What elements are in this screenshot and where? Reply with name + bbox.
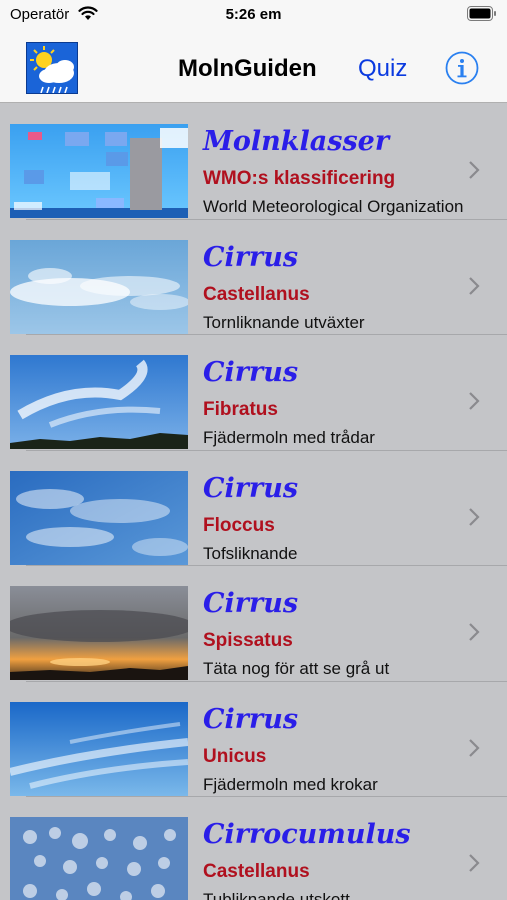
row-description: Fjädermoln med krokar [203,774,378,794]
cirrocumulus-castellanus-photo [10,817,188,900]
row-title: Cirrocumulus [203,819,411,850]
row-title: Cirrus [203,588,299,619]
row-subtitle: Castellanus [203,283,310,305]
row-title: Cirrus [203,357,299,388]
row-subtitle: WMO:s klassificering [203,168,396,189]
row-description: Tornliknande utväxter [203,312,365,332]
row-subtitle: Floccus [203,514,275,536]
cloud-list: Molnklasser WMO:s klassificering World M… [0,104,507,900]
battery-icon [467,6,496,21]
quiz-button[interactable]: Quiz [358,55,407,83]
chevron-right-icon [469,392,480,410]
chevron-right-icon [469,854,480,872]
cirrus-fibratus-photo [10,355,188,449]
info-icon[interactable] [445,51,479,85]
list-item[interactable]: Cirrus Floccus Tofsliknande [0,451,507,566]
chevron-right-icon [469,507,480,526]
sun-cloud-rain-logo [26,42,78,94]
list-item[interactable]: Cirrus Spissatus Täta nog för att se grå… [0,566,507,682]
list-item[interactable]: Cirrocumulus Castellanus Tubliknande uts… [0,797,507,900]
cirrus-unicus-photo [10,701,188,796]
row-description: Tofsliknande [203,543,298,563]
row-subtitle: Unicus [203,745,267,767]
row-description: Täta nog för att se grå ut [203,659,390,678]
list-item[interactable]: Cirrus Castellanus Tornliknande utväxter [0,220,507,335]
list-item[interactable]: Molnklasser WMO:s klassificering World M… [0,104,507,220]
chevron-right-icon [469,738,480,757]
page-title: MolnGuiden [178,55,317,82]
cirrus-spissatus-photo [10,586,188,680]
row-title: Cirrus [203,703,299,735]
navigation-bar: MolnGuiden Quiz [0,30,507,103]
row-subtitle: Fibratus [203,399,278,420]
row-description: Fjädermoln med trådar [203,428,375,447]
row-subtitle: Spissatus [203,630,293,651]
chevron-right-icon [469,161,480,179]
chevron-right-icon [469,276,480,295]
row-title: Molnklasser [203,126,390,157]
row-subtitle: Castellanus [203,861,310,882]
chevron-right-icon [469,623,480,641]
cirrus-floccus-photo [10,470,188,565]
clock: 5:26 em [225,6,282,23]
cloud-classification-chart [10,124,188,218]
list-item[interactable]: Cirrus Fibratus Fjädermoln med trådar [0,335,507,451]
row-title: Cirrus [203,472,299,504]
row-title: Cirrus [203,241,299,273]
list-item[interactable]: Cirrus Unicus Fjädermoln med krokar [0,682,507,797]
cirrus-castellanus-photo [10,239,188,334]
row-description: World Meteorological Organization [203,197,464,216]
status-bar: Operatör 5:26 em [0,0,507,30]
row-description: Tubliknande utskott [203,890,350,900]
